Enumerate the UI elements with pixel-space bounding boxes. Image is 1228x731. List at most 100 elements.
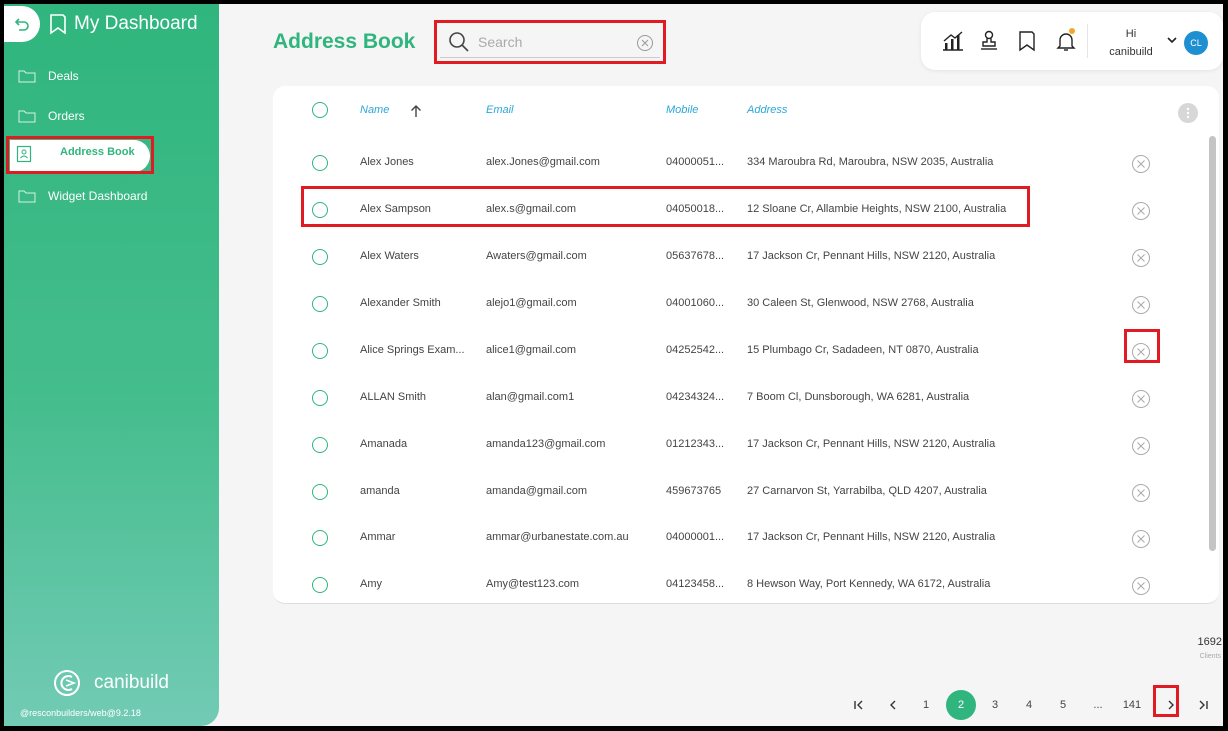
sidebar-item-deals[interactable]: Deals [4,56,219,96]
table-row[interactable]: Amy Amy@test123.com 04123458... 8 Hewson… [273,562,1209,603]
cell-address: 17 Jackson Cr, Pennant Hills, NSW 2120, … [747,531,996,543]
page-4[interactable]: 4 [1019,692,1039,718]
page-3[interactable]: 3 [985,692,1005,718]
column-header-email[interactable]: Email [486,104,514,116]
cell-name: Alexander Smith [360,297,441,309]
cell-mobile: 459673765 [666,485,722,497]
delete-icon[interactable] [1131,248,1151,268]
cell-email: amanda@gmail.com [486,485,588,497]
cell-email: Amy@test123.com [486,578,580,590]
sidebar-item-label: Widget Dashboard [48,189,148,203]
cell-mobile: 04001060... [666,297,725,309]
cell-mobile: 04234324... [666,391,725,403]
canibuild-logo-icon [54,670,80,696]
table-row[interactable]: Alice Springs Exam... alice1@gmail.com 0… [273,328,1209,375]
cell-address: 17 Jackson Cr, Pennant Hills, NSW 2120, … [747,438,996,450]
cell-name: Alex Waters [360,250,419,262]
delete-icon[interactable] [1131,436,1151,456]
delete-icon[interactable] [1131,483,1151,503]
row-select-radio[interactable] [312,437,328,453]
sidebar: My Dashboard Deals Orders Address Book W… [4,4,219,726]
cell-email: alice1@gmail.com [486,344,577,356]
select-all-radio[interactable] [312,102,328,118]
page-ellipsis: ... [1093,699,1103,711]
user-greeting[interactable]: Hi canibuild [1099,25,1163,61]
bookmark-icon [50,14,66,35]
column-header-address[interactable]: Address [747,104,787,116]
search-icon [449,31,469,52]
cell-address: 30 Caleen St, Glenwood, NSW 2768, Austra… [747,297,974,309]
highlight-box [1153,685,1179,717]
delete-icon[interactable] [1131,576,1151,596]
chevron-down-icon[interactable] [1167,36,1177,44]
page-5[interactable]: 5 [1053,692,1073,718]
folder-icon [18,190,36,203]
table-row[interactable]: amanda amanda@gmail.com 459673765 27 Car… [273,469,1209,516]
first-page-icon[interactable] [849,692,869,718]
row-select-radio[interactable] [312,155,328,171]
table-row[interactable]: Amanada amanda123@gmail.com 01212343... … [273,422,1209,469]
back-button[interactable] [4,6,40,42]
table-row[interactable]: Ammar ammar@urbanestate.com.au 04000001.… [273,515,1209,562]
cell-name: Amy [360,578,382,590]
delete-icon[interactable] [1131,389,1151,409]
brand: My Dashboard [4,6,198,42]
table-row[interactable]: Alex Waters Awaters@gmail.com 05637678..… [273,234,1209,281]
stamp-icon[interactable] [977,30,1001,52]
scrollbar[interactable] [1209,136,1216,551]
last-page-icon[interactable] [1193,692,1213,718]
greeting-text: Hi [1125,28,1137,40]
highlight-box [301,186,1030,227]
row-select-radio[interactable] [312,296,328,312]
cell-mobile: 04252542... [666,344,725,356]
table-row[interactable]: ALLAN Smith alan@gmail.com1 04234324... … [273,375,1209,422]
page-2-current[interactable]: 2 [946,690,976,720]
client-count: 1692 [1197,636,1222,648]
row-select-radio[interactable] [312,390,328,406]
row-select-radio[interactable] [312,343,328,359]
page-141[interactable]: 141 [1117,692,1147,718]
bookmark-icon[interactable] [1017,30,1037,52]
search-field [440,26,660,58]
delete-icon[interactable] [1131,154,1151,174]
sidebar-title: My Dashboard [74,13,198,34]
cell-address: 15 Plumbago Cr, Sadadeen, NT 0870, Austr… [747,344,979,356]
row-select-radio[interactable] [312,249,328,265]
cell-address: 8 Hewson Way, Port Kennedy, WA 6172, Aus… [747,578,991,590]
cell-name: Alex Jones [360,156,414,168]
client-count-label: Clients [1199,653,1221,660]
cell-name: Amanada [360,438,408,450]
column-header-mobile[interactable]: Mobile [666,104,698,116]
column-header-name[interactable]: Name [360,104,389,116]
table-row[interactable]: Alexander Smith alejo1@gmail.com 0400106… [273,281,1209,328]
cell-address: 17 Jackson Cr, Pennant Hills, NSW 2120, … [747,250,996,262]
search-box [434,20,666,64]
previous-page-icon[interactable] [883,692,903,718]
cell-address: 27 Carnarvon St, Yarrabilba, QLD 4207, A… [747,485,987,497]
delete-icon[interactable] [1131,295,1151,315]
sidebar-item-orders[interactable]: Orders [4,96,219,136]
avatar[interactable]: CL [1184,31,1208,55]
notification-dot [1069,28,1075,34]
sidebar-item-widget-dashboard[interactable]: Widget Dashboard [4,176,219,216]
more-options-icon[interactable] [1178,103,1198,123]
page-1[interactable]: 1 [916,692,936,718]
row-select-radio[interactable] [312,577,328,593]
page-title: Address Book [273,30,416,53]
delete-icon[interactable] [1131,529,1151,549]
delete-icon[interactable] [1131,201,1151,221]
clear-icon[interactable] [636,34,654,52]
top-bar: Hi canibuild CL [921,12,1223,70]
username: canibuild [1109,46,1153,58]
row-select-radio[interactable] [312,484,328,500]
chart-icon[interactable] [941,30,965,52]
cell-email: alan@gmail.com1 [486,391,575,403]
table-row[interactable]: Alex Jones alex.Jones@gmail.com 04000051… [273,140,1209,187]
sort-arrow-up-icon[interactable] [410,104,422,118]
cell-email: alejo1@gmail.com [486,297,577,309]
version-label: @resconbuilders/web@9.2.18 [20,708,141,718]
row-select-radio[interactable] [312,530,328,546]
back-arrow-icon [14,18,29,31]
search-input[interactable] [478,33,628,50]
divider [1087,24,1088,58]
